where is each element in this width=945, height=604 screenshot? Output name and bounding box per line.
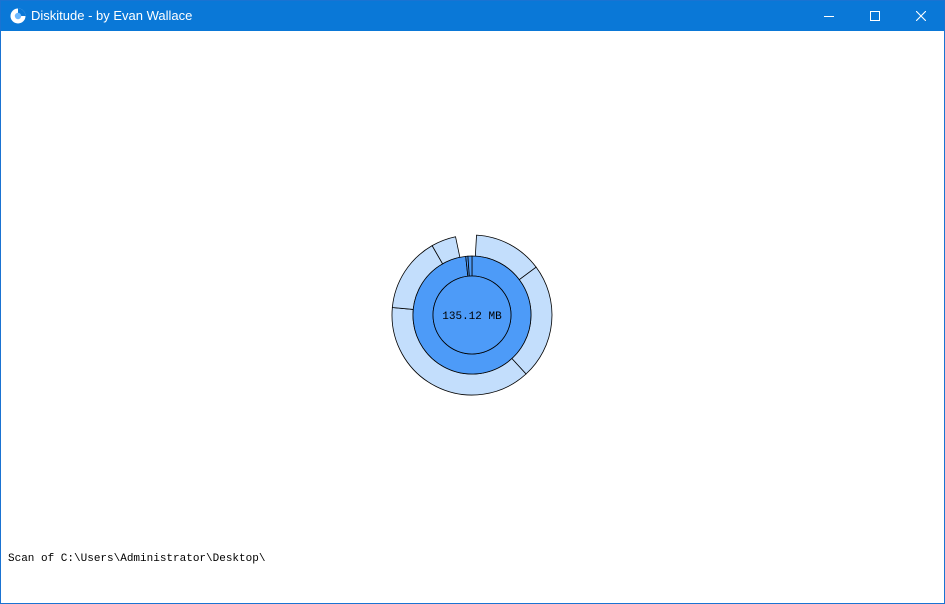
total-size-label: 135.12 MB [442, 311, 502, 323]
minimize-icon [824, 11, 834, 21]
chart-canvas: 135.12 MB [1, 31, 944, 603]
maximize-icon [870, 11, 880, 21]
close-icon [916, 11, 926, 21]
title-bar[interactable]: Diskitude - by Evan Wallace [1, 1, 944, 31]
diskitude-pie-icon [10, 8, 26, 24]
maximize-button[interactable] [852, 1, 898, 31]
window-title: Diskitude - by Evan Wallace [31, 8, 193, 23]
diskitude-window: Diskitude - by Evan Wallace 135.12 MB Sc… [0, 0, 945, 604]
close-button[interactable] [898, 1, 944, 31]
disk-usage-sunburst: 135.12 MB [391, 234, 553, 396]
minimize-button[interactable] [806, 1, 852, 31]
status-text: Scan of C:\Users\Administrator\Desktop\ [8, 553, 266, 565]
